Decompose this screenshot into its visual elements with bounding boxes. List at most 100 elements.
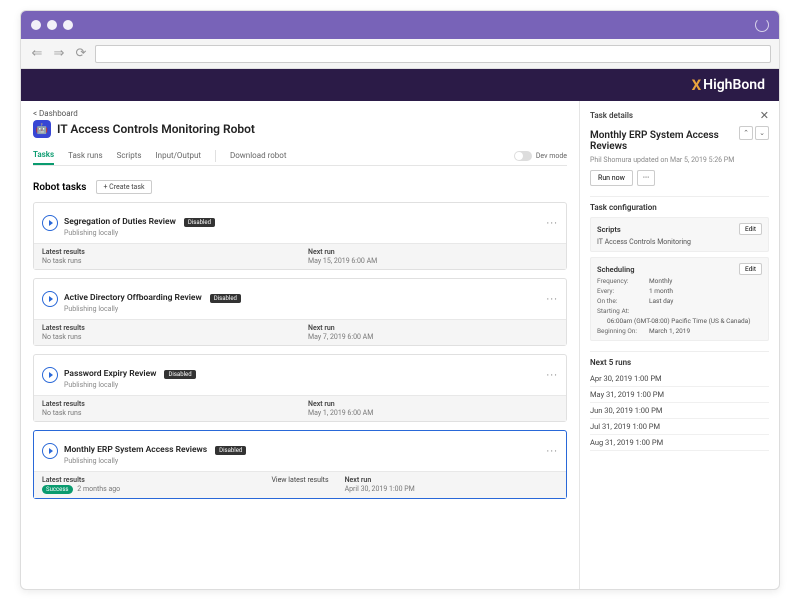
back-icon[interactable]: ⇐ — [29, 46, 45, 62]
freq-v: Monthly — [649, 277, 672, 285]
dev-mode-toggle[interactable]: Dev mode — [514, 151, 567, 161]
next-run-value: May 15, 2019 6:00 AM — [308, 257, 558, 265]
details-header: Task details — [590, 111, 633, 120]
success-badge: Success — [42, 485, 73, 494]
app-header: X HighBond — [21, 69, 779, 101]
task-card[interactable]: Segregation of Duties Review Disabled Pu… — [33, 202, 567, 270]
view-latest-results-link[interactable]: View latest results — [263, 472, 336, 498]
tab-input-output[interactable]: Input/Output — [156, 147, 201, 164]
next-run-label: Next run — [308, 324, 558, 332]
disabled-badge: Disabled — [184, 218, 215, 227]
play-icon[interactable] — [42, 215, 58, 231]
robot-icon: 🤖 — [33, 120, 51, 138]
latest-results-value: 2 months ago — [77, 485, 120, 493]
next-run-item: Jul 31, 2019 1:00 PM — [590, 419, 769, 435]
tab-task-runs[interactable]: Task runs — [68, 147, 103, 164]
latest-results-value: No task runs — [42, 257, 292, 265]
forward-icon[interactable]: ⇒ — [51, 46, 67, 62]
more-icon[interactable]: ··· — [546, 369, 558, 382]
next-run-value: May 7, 2019 6:00 AM — [308, 333, 558, 341]
task-subtext: Publishing locally — [64, 229, 215, 237]
browser-frame: ⇐ ⇒ ⟳ X HighBond < Dashboard 🤖 IT Access… — [20, 10, 780, 590]
more-icon[interactable]: ··· — [546, 217, 558, 230]
browser-titlebar — [21, 11, 779, 39]
breadcrumb[interactable]: < Dashboard — [33, 109, 567, 118]
begin-k: Beginning On: — [597, 327, 649, 335]
latest-results-label: Latest results — [42, 248, 292, 256]
next-task-button[interactable]: ⌄ — [755, 126, 769, 140]
divider — [215, 150, 216, 162]
tab-download-robot[interactable]: Download robot — [230, 147, 286, 164]
refresh-icon[interactable]: ⟳ — [73, 46, 89, 62]
prev-task-button[interactable]: ⌃ — [739, 126, 753, 140]
next-run-item: Aug 31, 2019 1:00 PM — [590, 435, 769, 451]
close-icon[interactable]: ✕ — [760, 109, 769, 122]
latest-results-label: Latest results — [42, 324, 292, 332]
details-meta: Phil Shomura updated on Mar 5, 2019 5:26… — [590, 156, 769, 164]
window-dot[interactable] — [47, 20, 57, 30]
brand-logo[interactable]: X HighBond — [692, 76, 765, 94]
freq-k: Frequency: — [597, 277, 649, 285]
next-run-value: May 1, 2019 6:00 AM — [308, 409, 558, 417]
start-k: Starting At: — [597, 307, 649, 315]
every-v: 1 month — [649, 287, 673, 295]
task-card[interactable]: Password Expiry Review Disabled Publishi… — [33, 354, 567, 422]
latest-results-label: Latest results — [42, 476, 255, 484]
toggle-switch-icon[interactable] — [514, 151, 532, 161]
next-run-label: Next run — [308, 248, 558, 256]
play-icon[interactable] — [42, 443, 58, 459]
next-run-item: Jun 30, 2019 1:00 PM — [590, 403, 769, 419]
create-task-button[interactable]: + Create task — [96, 180, 151, 194]
window-dot[interactable] — [31, 20, 41, 30]
task-name: Monthly ERP System Access Reviews — [64, 445, 207, 455]
task-subtext: Publishing locally — [64, 457, 246, 465]
latest-results-label: Latest results — [42, 400, 292, 408]
scripts-value: IT Access Controls Monitoring — [597, 238, 762, 246]
brand-mark-icon: X — [692, 76, 702, 94]
next-runs-title: Next 5 runs — [590, 358, 769, 367]
disabled-badge: Disabled — [164, 370, 195, 379]
task-subtext: Publishing locally — [64, 381, 196, 389]
begin-v: March 1, 2019 — [649, 327, 690, 335]
main-content: < Dashboard 🤖 IT Access Controls Monitor… — [21, 101, 579, 589]
latest-results-value: No task runs — [42, 333, 292, 341]
latest-results-value: No task runs — [42, 409, 292, 417]
task-details-panel: Task details ✕ Monthly ERP System Access… — [579, 101, 779, 589]
tabs: Tasks Task runs Scripts Input/Output Dow… — [33, 146, 567, 166]
disabled-badge: Disabled — [210, 294, 241, 303]
brand-name: HighBond — [703, 77, 765, 93]
scripts-label: Scripts — [597, 225, 621, 234]
edit-scripts-button[interactable]: Edit — [739, 223, 762, 235]
task-config-title: Task configuration — [590, 203, 769, 212]
task-name: Segregation of Duties Review — [64, 217, 176, 227]
next-run-item: May 31, 2019 1:00 PM — [590, 387, 769, 403]
task-name: Active Directory Offboarding Review — [64, 293, 202, 303]
page-title: IT Access Controls Monitoring Robot — [57, 122, 255, 136]
more-icon[interactable]: ··· — [546, 445, 558, 458]
dev-mode-label: Dev mode — [536, 152, 567, 160]
on-v: Last day — [649, 297, 673, 305]
every-k: Every: — [597, 287, 649, 295]
play-icon[interactable] — [42, 367, 58, 383]
edit-scheduling-button[interactable]: Edit — [739, 263, 762, 275]
task-subtext: Publishing locally — [64, 305, 241, 313]
next-run-item: Apr 30, 2019 1:00 PM — [590, 371, 769, 387]
url-input[interactable] — [95, 45, 771, 63]
more-icon[interactable]: ··· — [546, 293, 558, 306]
tab-tasks[interactable]: Tasks — [33, 146, 54, 165]
start-v: 06:00am (GMT-08:00) Pacific Time (US & C… — [607, 317, 751, 325]
run-now-button[interactable]: Run now — [590, 170, 633, 186]
section-title: Robot tasks — [33, 182, 86, 193]
more-actions-button[interactable]: ··· — [637, 170, 655, 186]
task-card-selected[interactable]: Monthly ERP System Access Reviews Disabl… — [33, 430, 567, 499]
task-card[interactable]: Active Directory Offboarding Review Disa… — [33, 278, 567, 346]
tab-scripts[interactable]: Scripts — [117, 147, 142, 164]
scheduling-label: Scheduling — [597, 265, 634, 274]
on-k: On the: — [597, 297, 649, 305]
disabled-badge: Disabled — [215, 446, 246, 455]
play-icon[interactable] — [42, 291, 58, 307]
window-dot[interactable] — [63, 20, 73, 30]
reload-icon[interactable] — [755, 18, 769, 32]
next-run-label: Next run — [345, 476, 558, 484]
next-run-value: April 30, 2019 1:00 PM — [345, 485, 558, 493]
